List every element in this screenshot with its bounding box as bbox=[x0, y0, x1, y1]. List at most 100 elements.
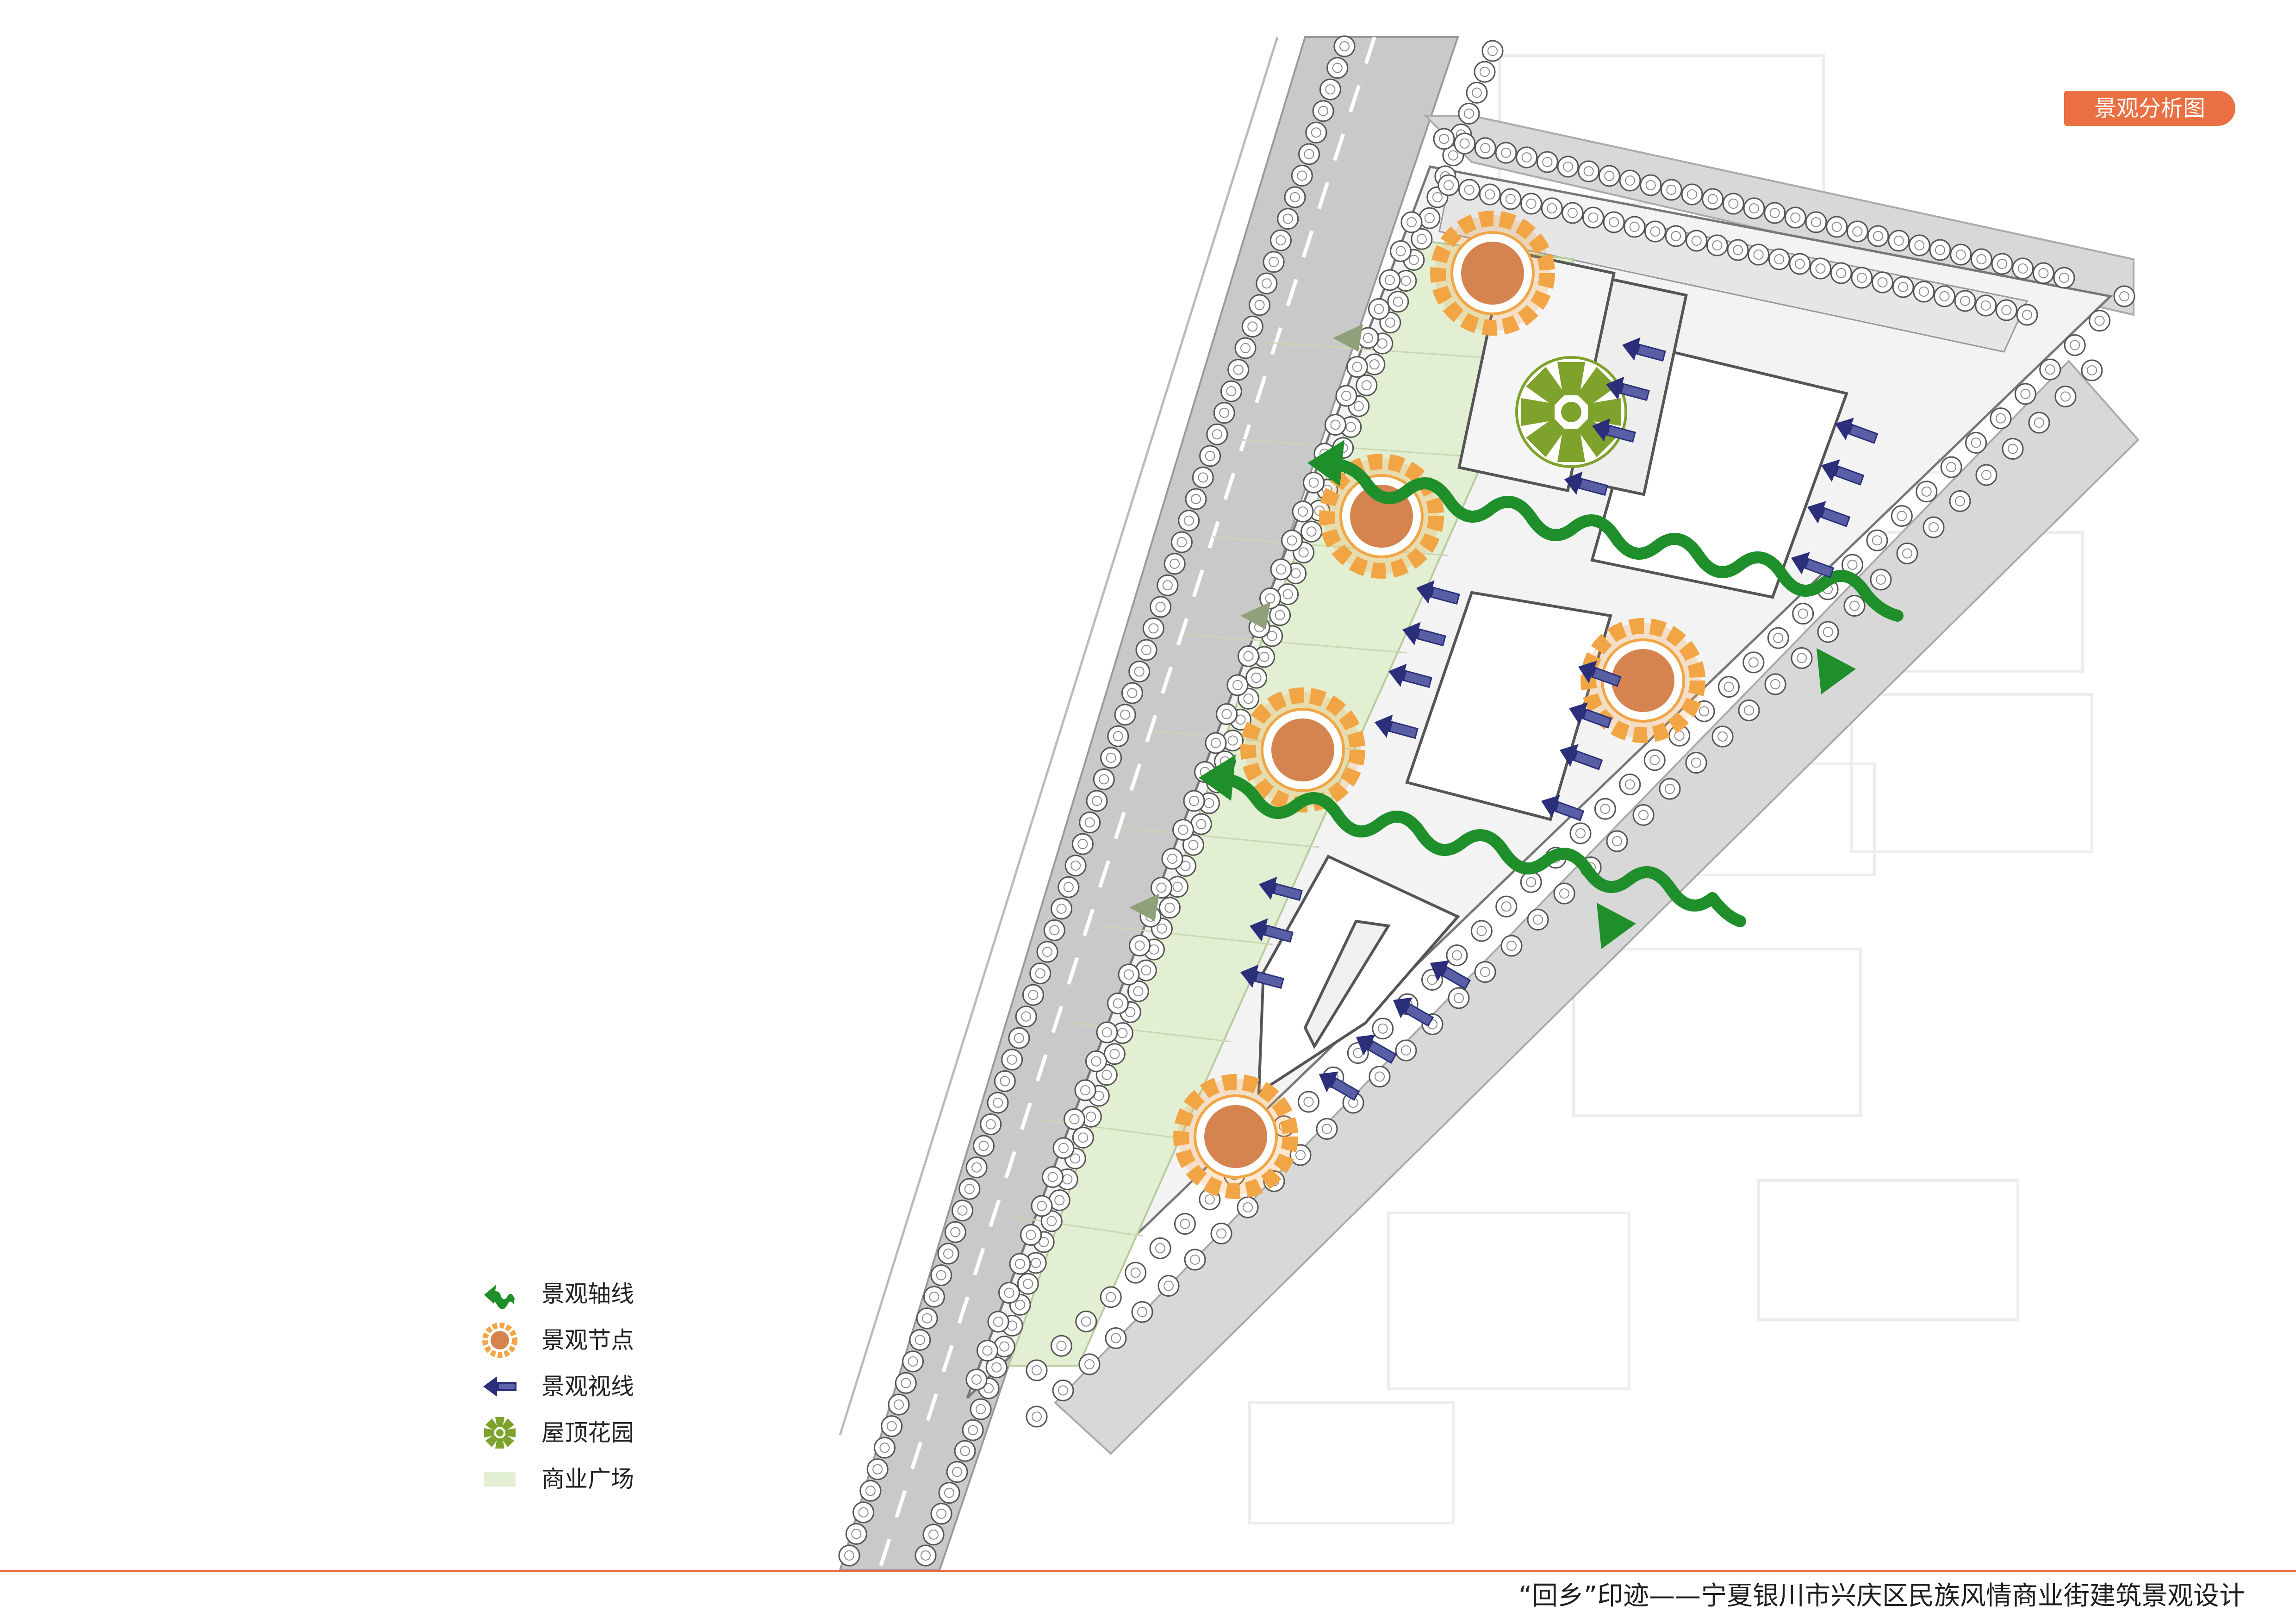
tree-icon bbox=[1923, 516, 1945, 538]
tree-icon bbox=[1017, 1273, 1039, 1295]
tree-icon bbox=[1495, 895, 1518, 918]
tree-icon bbox=[1199, 445, 1221, 467]
tree-icon bbox=[2039, 358, 2061, 381]
tree-icon bbox=[1100, 1286, 1122, 1308]
tree-icon bbox=[866, 1458, 889, 1480]
tree-icon bbox=[1050, 1335, 1072, 1357]
tree-icon bbox=[1325, 414, 1346, 436]
tree-icon bbox=[1369, 1066, 1391, 1087]
tree-icon bbox=[1495, 142, 1517, 164]
tree-icon bbox=[1520, 193, 1543, 215]
tree-icon bbox=[1433, 128, 1455, 150]
tree-icon bbox=[1619, 774, 1641, 796]
tree-icon bbox=[1913, 281, 1935, 303]
tree-icon bbox=[922, 1524, 945, 1546]
tree-icon bbox=[1292, 500, 1314, 523]
tree-icon bbox=[1078, 1353, 1101, 1375]
tree-icon bbox=[1281, 530, 1303, 551]
tree-icon bbox=[1990, 407, 2012, 430]
tree-icon bbox=[2016, 304, 2038, 326]
tree-icon bbox=[1892, 276, 1914, 298]
tree-icon bbox=[970, 1398, 992, 1420]
tree-icon bbox=[1064, 855, 1087, 877]
tree-icon bbox=[1742, 651, 1765, 674]
tree-icon bbox=[1270, 558, 1292, 581]
tree-icon bbox=[2113, 285, 2135, 307]
tree-icon bbox=[938, 1482, 960, 1504]
tree-icon bbox=[1975, 294, 1997, 317]
tree-icon bbox=[1562, 202, 1584, 224]
tree-icon bbox=[852, 1501, 875, 1524]
tree-icon bbox=[1870, 568, 1892, 591]
tree-icon bbox=[1792, 602, 1814, 625]
tree-icon bbox=[2064, 334, 2086, 356]
tree-icon bbox=[1051, 898, 1073, 920]
tree-icon bbox=[972, 1135, 995, 1157]
tree-icon bbox=[1479, 183, 1501, 206]
tree-icon bbox=[1991, 253, 2013, 275]
tree-icon bbox=[1172, 819, 1194, 841]
tree-icon bbox=[1249, 294, 1271, 316]
tree-icon bbox=[1454, 132, 1476, 155]
tree-icon bbox=[1210, 1223, 1232, 1244]
tree-icon bbox=[1768, 248, 1790, 270]
tree-icon bbox=[923, 1286, 945, 1308]
tree-icon bbox=[1520, 871, 1542, 893]
tree-icon bbox=[1644, 220, 1666, 243]
tree-icon bbox=[1277, 583, 1299, 606]
tree-icon bbox=[1213, 402, 1235, 424]
tree-icon bbox=[1810, 257, 1832, 280]
tree-icon bbox=[1619, 169, 1641, 192]
tree-icon bbox=[1312, 100, 1334, 122]
tree-icon bbox=[1103, 1043, 1126, 1065]
tree-icon bbox=[962, 1419, 984, 1441]
tree-icon bbox=[1368, 298, 1390, 320]
tree-icon bbox=[915, 1544, 937, 1567]
tree-icon bbox=[1227, 359, 1250, 381]
tree-icon bbox=[998, 1282, 1020, 1304]
tree-icon bbox=[1216, 703, 1238, 725]
tree-icon bbox=[1474, 137, 1496, 159]
tree-icon bbox=[1527, 909, 1549, 931]
tree-icon bbox=[1395, 1039, 1417, 1062]
roof-garden-icon bbox=[1515, 356, 1627, 468]
tree-icon bbox=[1118, 963, 1140, 986]
tree-icon bbox=[1031, 1195, 1053, 1217]
tree-icon bbox=[958, 1178, 981, 1200]
tree-icon bbox=[1446, 944, 1468, 967]
legend-item: 景观轴线 bbox=[481, 1271, 713, 1317]
tree-icon bbox=[1390, 240, 1412, 262]
tree-icon bbox=[1226, 674, 1249, 696]
tree-icon bbox=[1866, 529, 1888, 551]
tree-icon bbox=[930, 1503, 952, 1525]
tree-icon bbox=[1970, 248, 1992, 270]
tree-icon bbox=[1702, 188, 1724, 210]
tree-icon bbox=[1722, 193, 1744, 215]
tree-icon bbox=[1470, 920, 1493, 942]
tree-icon bbox=[1711, 725, 1734, 748]
tree-icon bbox=[1185, 488, 1207, 510]
legend-label: 屋顶花园 bbox=[541, 1419, 634, 1446]
tree-icon bbox=[1072, 1126, 1094, 1149]
tree-icon bbox=[1995, 299, 2017, 321]
tree-icon bbox=[1843, 595, 1866, 617]
tree-icon bbox=[1448, 987, 1470, 1009]
tree-icon bbox=[1042, 1166, 1064, 1188]
tree-icon bbox=[1291, 164, 1313, 187]
tree-icon bbox=[1256, 272, 1278, 294]
tree-icon bbox=[1686, 230, 1708, 252]
tree-icon bbox=[1727, 239, 1749, 261]
tree-icon bbox=[1764, 673, 1786, 695]
tree-icon bbox=[965, 1156, 988, 1179]
tree-icon bbox=[1008, 1027, 1030, 1049]
tree-icon bbox=[1356, 374, 1378, 396]
tree-icon bbox=[1128, 661, 1151, 683]
tree-icon bbox=[1706, 234, 1728, 256]
tree-icon bbox=[1896, 543, 1918, 564]
tree-icon bbox=[1079, 812, 1101, 834]
tree-icon bbox=[1536, 151, 1558, 173]
tree-icon bbox=[1319, 78, 1341, 100]
tree-icon bbox=[1665, 225, 1687, 247]
tree-icon bbox=[1965, 431, 1987, 454]
tree-icon bbox=[916, 1307, 938, 1330]
